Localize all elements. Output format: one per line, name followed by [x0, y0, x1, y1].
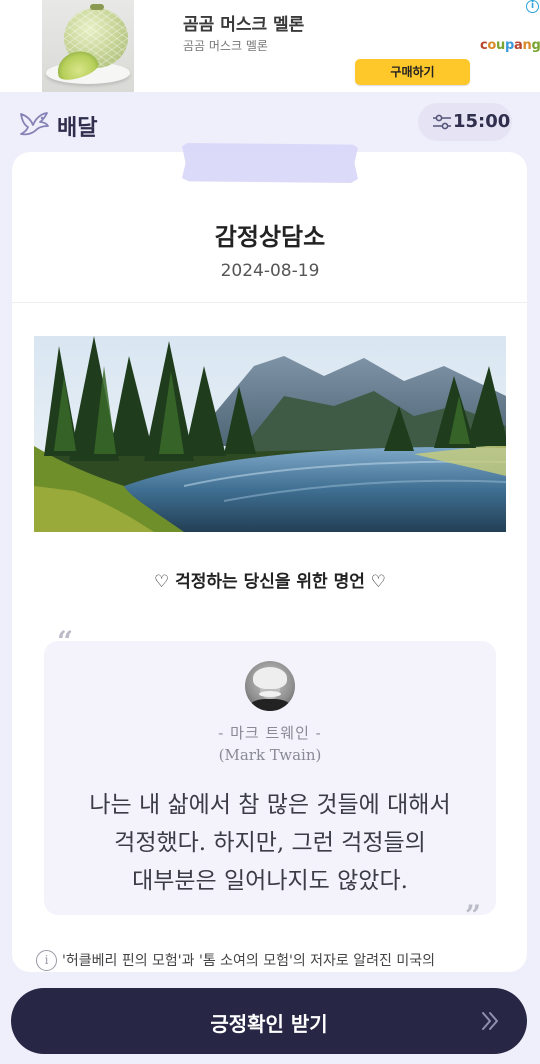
quote-line: 대부분은 일어나지도 않았다.: [132, 868, 408, 894]
ad-buy-button[interactable]: 구매하기: [355, 59, 470, 85]
double-chevron-right-icon: [482, 1012, 498, 1030]
author-name-english: (Mark Twain): [218, 746, 322, 764]
card-title: 감정상담소: [214, 223, 326, 251]
landscape-river-image: [34, 336, 506, 532]
timer-text: 15:00: [453, 111, 511, 132]
dove-icon: [20, 112, 49, 136]
cta-label: 긍정확인 받기: [210, 1012, 328, 1036]
page-title: 배달: [57, 116, 98, 141]
ad-banner[interactable]: 곰곰 머스크 멜론 곰곰 머스크 멜론 i coupang 구매하기: [0, 0, 540, 92]
sliders-icon: [433, 114, 451, 130]
tape-decoration: [182, 143, 358, 183]
open-quote-icon: “: [57, 625, 74, 658]
quote-heading: ♡ 걱정하는 당신을 위한 명언 ♡: [153, 572, 387, 592]
quote-text: 나는 내 삶에서 참 많은 것들에 대해서 걱정했다. 하지만, 그런 걱정들의…: [44, 786, 496, 900]
author-avatar: [245, 661, 295, 711]
author-name-korean: - 마크 트웨인 -: [218, 724, 322, 742]
author-info: i '허클베리 핀의 모험'과 '톰 소여의 모험'의 저자로 알려진 미국의: [36, 948, 506, 972]
card-date: 2024-08-19: [220, 261, 320, 281]
coupang-logo: coupang: [480, 38, 540, 53]
get-affirmation-button[interactable]: 긍정확인 받기: [11, 988, 527, 1054]
info-icon: i: [36, 950, 57, 971]
ad-info-icon[interactable]: i: [526, 0, 539, 13]
ad-subtitle: 곰곰 머스크 멜론: [183, 39, 268, 53]
quote-line: 걱정했다. 하지만, 그런 걱정들의: [114, 830, 426, 856]
close-quote-icon: ”: [465, 899, 482, 932]
melon-product-image[interactable]: [42, 0, 134, 92]
ad-title[interactable]: 곰곰 머스크 멜론: [183, 10, 304, 35]
divider: [12, 302, 527, 303]
author-info-text: '허클베리 핀의 모험'과 '톰 소여의 모험'의 저자로 알려진 미국의: [62, 953, 435, 969]
quote-line: 나는 내 삶에서 참 많은 것들에 대해서: [89, 792, 451, 818]
app-screen: 곰곰 머스크 멜론 곰곰 머스크 멜론 i coupang 구매하기 배달 15…: [0, 0, 540, 1064]
